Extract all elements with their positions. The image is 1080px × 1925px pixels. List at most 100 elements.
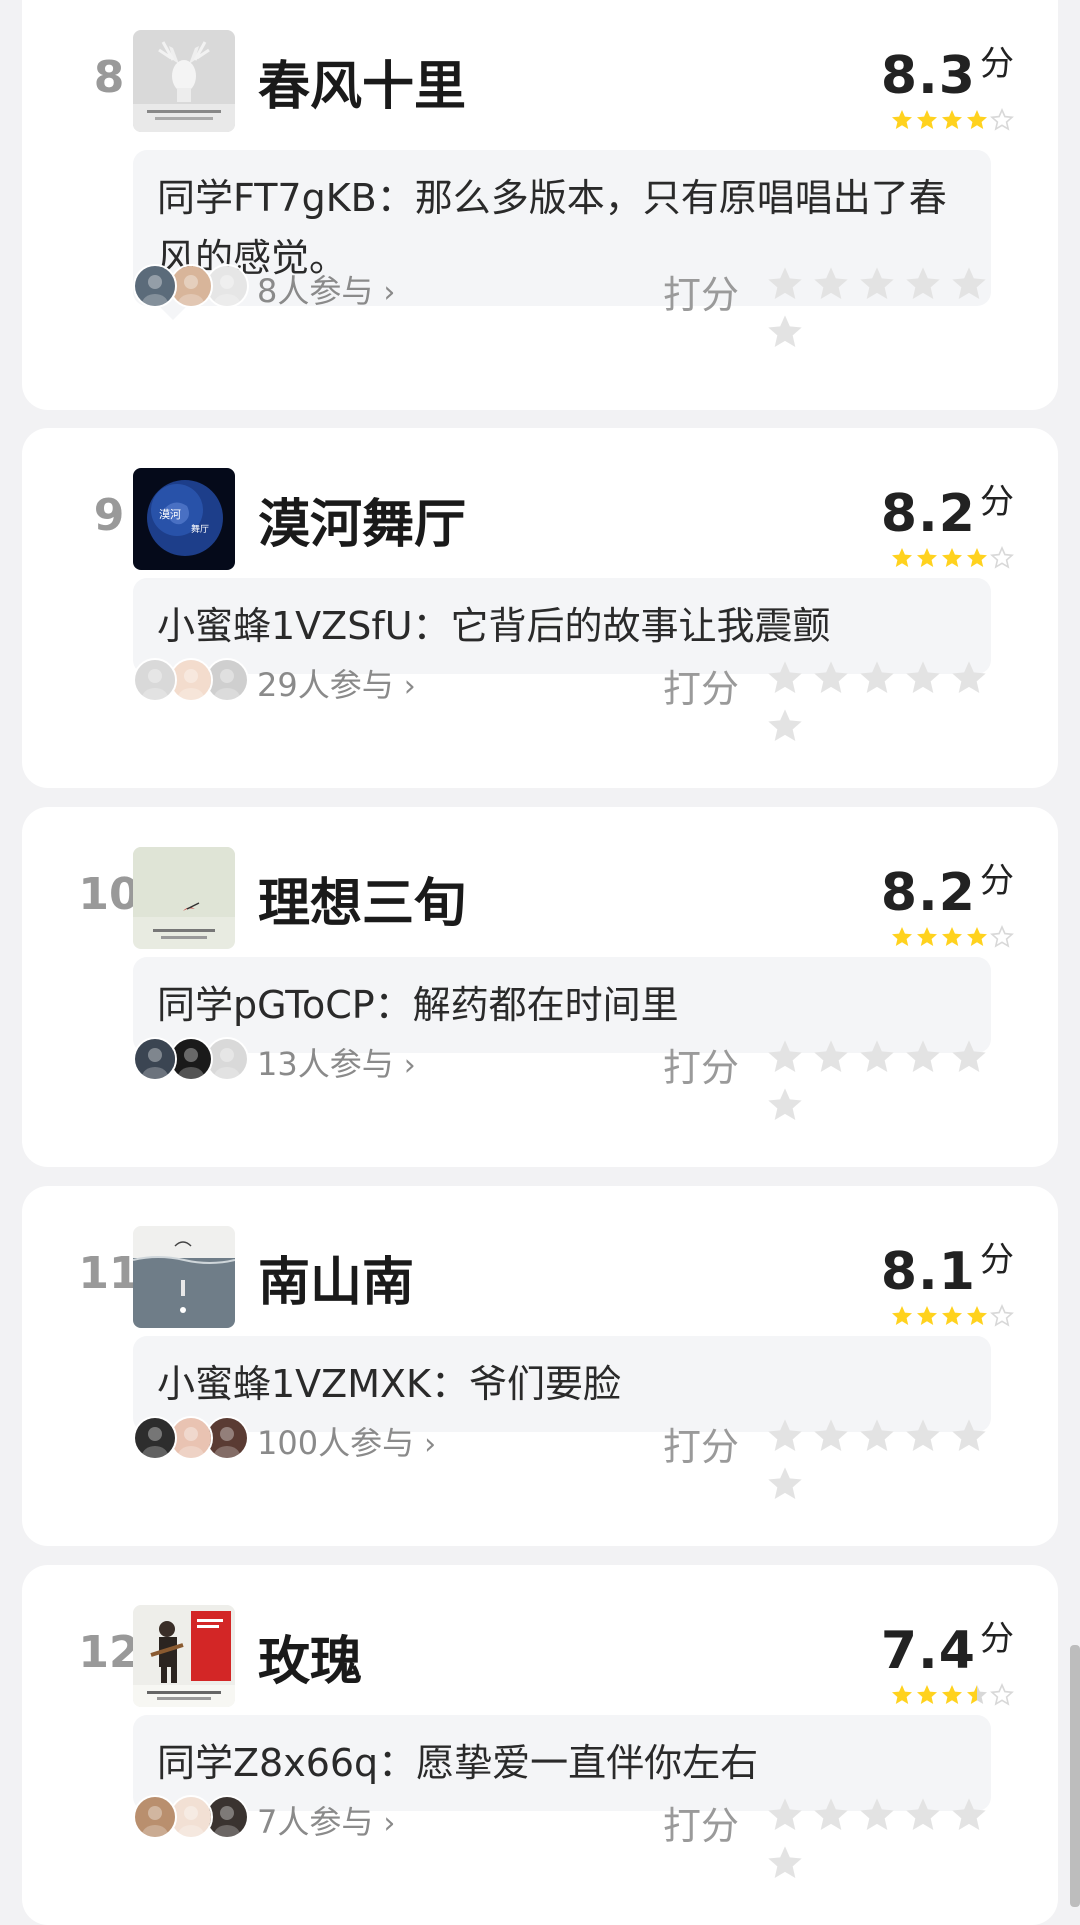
star-outline-icon[interactable] bbox=[903, 1037, 947, 1081]
star-icon bbox=[889, 546, 914, 574]
star-outline-icon[interactable] bbox=[765, 1464, 809, 1508]
star-outline-icon[interactable] bbox=[903, 1795, 947, 1839]
participants-link[interactable]: 29人参与 › bbox=[257, 660, 416, 706]
star-outline-icon[interactable] bbox=[765, 706, 809, 750]
star-icon bbox=[964, 108, 989, 136]
score-block: 8.1 分 bbox=[881, 1232, 1014, 1328]
star-outline-icon[interactable] bbox=[857, 1795, 901, 1839]
score-unit: 分 bbox=[980, 1619, 1014, 1659]
chevron-right-icon: › bbox=[403, 1048, 416, 1083]
song-title[interactable]: 玫瑰 bbox=[258, 1619, 362, 1694]
star-outline-icon[interactable] bbox=[765, 1037, 809, 1081]
participants-link[interactable]: 100人参与 › bbox=[257, 1418, 436, 1464]
star-icon bbox=[914, 925, 939, 953]
participants-count: 8人参与 bbox=[257, 272, 374, 310]
star-outline-icon[interactable] bbox=[811, 1416, 855, 1460]
star-outline-icon[interactable] bbox=[903, 1416, 947, 1460]
star-outline-icon[interactable] bbox=[857, 1416, 901, 1460]
participants-link[interactable]: 8人参与 › bbox=[257, 266, 395, 312]
star-icon bbox=[989, 546, 1014, 574]
song-card[interactable]: 12 玫瑰 7.4 分 同学Z8x66q：愿挚爱一直伴你左右 7人参与 › 打分 bbox=[22, 1565, 1058, 1925]
star-icon bbox=[914, 546, 939, 574]
star-icon bbox=[939, 925, 964, 953]
star-outline-icon[interactable] bbox=[765, 1843, 809, 1887]
participant-avatars[interactable] bbox=[133, 1793, 253, 1841]
star-outline-icon[interactable] bbox=[811, 658, 855, 702]
participants-count: 13人参与 bbox=[257, 1045, 394, 1083]
star-icon bbox=[939, 108, 964, 136]
rating-input[interactable] bbox=[765, 1037, 1033, 1120]
star-outline-icon[interactable] bbox=[811, 1037, 855, 1081]
star-icon bbox=[989, 1304, 1014, 1332]
avatar bbox=[133, 264, 177, 308]
album-cover[interactable] bbox=[133, 1605, 235, 1707]
chevron-right-icon: › bbox=[383, 1806, 396, 1841]
card-footer: 29人参与 › 打分 bbox=[133, 656, 1033, 741]
scrollbar[interactable] bbox=[1070, 1645, 1080, 1907]
star-outline-icon[interactable] bbox=[811, 1795, 855, 1839]
song-card[interactable]: 8 春风十里 8.3 分同学FT7gKB：那么多版本，只有原唱唱出了春风的感觉。 8… bbox=[22, 0, 1058, 410]
song-title[interactable]: 理想三旬 bbox=[258, 861, 466, 936]
star-outline-icon[interactable] bbox=[903, 658, 947, 702]
score-stars bbox=[881, 108, 1014, 132]
star-outline-icon[interactable] bbox=[949, 264, 993, 308]
rating-input[interactable] bbox=[765, 1795, 1033, 1878]
score-stars bbox=[881, 546, 1014, 570]
svg-text:漠河: 漠河 bbox=[159, 508, 181, 521]
participants-count: 100人参与 bbox=[257, 1424, 415, 1462]
star-outline-icon[interactable] bbox=[949, 1795, 993, 1839]
participant-avatars[interactable] bbox=[133, 262, 253, 310]
chevron-right-icon: › bbox=[383, 275, 396, 310]
participant-avatars[interactable] bbox=[133, 1035, 253, 1083]
star-icon bbox=[989, 925, 1014, 953]
rating-input[interactable] bbox=[765, 658, 1033, 741]
star-icon bbox=[939, 546, 964, 574]
score-value: 8.2 bbox=[880, 484, 976, 544]
song-title[interactable]: 南山南 bbox=[258, 1240, 414, 1315]
score-value: 8.2 bbox=[880, 863, 976, 923]
avatar bbox=[133, 1037, 177, 1081]
song-card[interactable]: 11 南山南 8.1 分小蜜蜂1VZMXK：爷们要脸 100人参与 › 打分 bbox=[22, 1186, 1058, 1546]
star-icon bbox=[889, 925, 914, 953]
chevron-right-icon: › bbox=[403, 669, 416, 704]
album-cover[interactable]: 漠河 舞厅 bbox=[133, 468, 235, 570]
rate-label: 打分 bbox=[663, 1425, 740, 1469]
star-outline-icon[interactable] bbox=[765, 1416, 809, 1460]
star-outline-icon[interactable] bbox=[949, 658, 993, 702]
song-title[interactable]: 漠河舞厅 bbox=[258, 482, 466, 557]
song-rating-list: 8 春风十里 8.3 分同学FT7gKB：那么多版本，只有原唱唱出了春风的感觉。 8… bbox=[0, 0, 1080, 1925]
album-cover[interactable] bbox=[133, 847, 235, 949]
score-value: 8.1 bbox=[880, 1242, 976, 1302]
card-footer: 13人参与 › 打分 bbox=[133, 1035, 1033, 1120]
star-outline-icon[interactable] bbox=[857, 658, 901, 702]
star-outline-icon[interactable] bbox=[903, 264, 947, 308]
participant-avatars[interactable] bbox=[133, 1414, 253, 1462]
star-icon bbox=[964, 546, 989, 574]
album-cover[interactable] bbox=[133, 1226, 235, 1328]
star-icon bbox=[964, 925, 989, 953]
star-outline-icon[interactable] bbox=[765, 1085, 809, 1129]
score-unit: 分 bbox=[980, 1240, 1014, 1280]
rating-input[interactable] bbox=[765, 1416, 1033, 1499]
rating-input[interactable] bbox=[765, 264, 1033, 347]
star-outline-icon[interactable] bbox=[949, 1037, 993, 1081]
star-outline-icon[interactable] bbox=[765, 658, 809, 702]
star-outline-icon[interactable] bbox=[765, 1795, 809, 1839]
participants-link[interactable]: 7人参与 › bbox=[257, 1797, 395, 1843]
avatar bbox=[133, 1416, 177, 1460]
score-block: 7.4 分 bbox=[881, 1611, 1014, 1707]
participant-avatars[interactable] bbox=[133, 656, 253, 704]
star-outline-icon[interactable] bbox=[765, 264, 809, 308]
song-title[interactable]: 春风十里 bbox=[258, 44, 466, 119]
star-outline-icon[interactable] bbox=[857, 264, 901, 308]
album-cover[interactable] bbox=[133, 30, 235, 132]
participants-link[interactable]: 13人参与 › bbox=[257, 1039, 416, 1085]
star-outline-icon[interactable] bbox=[949, 1416, 993, 1460]
song-card[interactable]: 10 理想三旬 8.2 分同学pGToCP：解药都在时间里 13人参与 › 打分 bbox=[22, 807, 1058, 1167]
star-icon bbox=[939, 1683, 964, 1711]
song-card[interactable]: 9 漠河 舞厅 漠河舞厅 8.2 分小蜜蜂1VZSfU：它背后的故事让我震颤 29人… bbox=[22, 428, 1058, 788]
star-outline-icon[interactable] bbox=[857, 1037, 901, 1081]
score-block: 8.3 分 bbox=[881, 36, 1014, 132]
star-outline-icon[interactable] bbox=[811, 264, 855, 308]
star-outline-icon[interactable] bbox=[765, 312, 809, 356]
